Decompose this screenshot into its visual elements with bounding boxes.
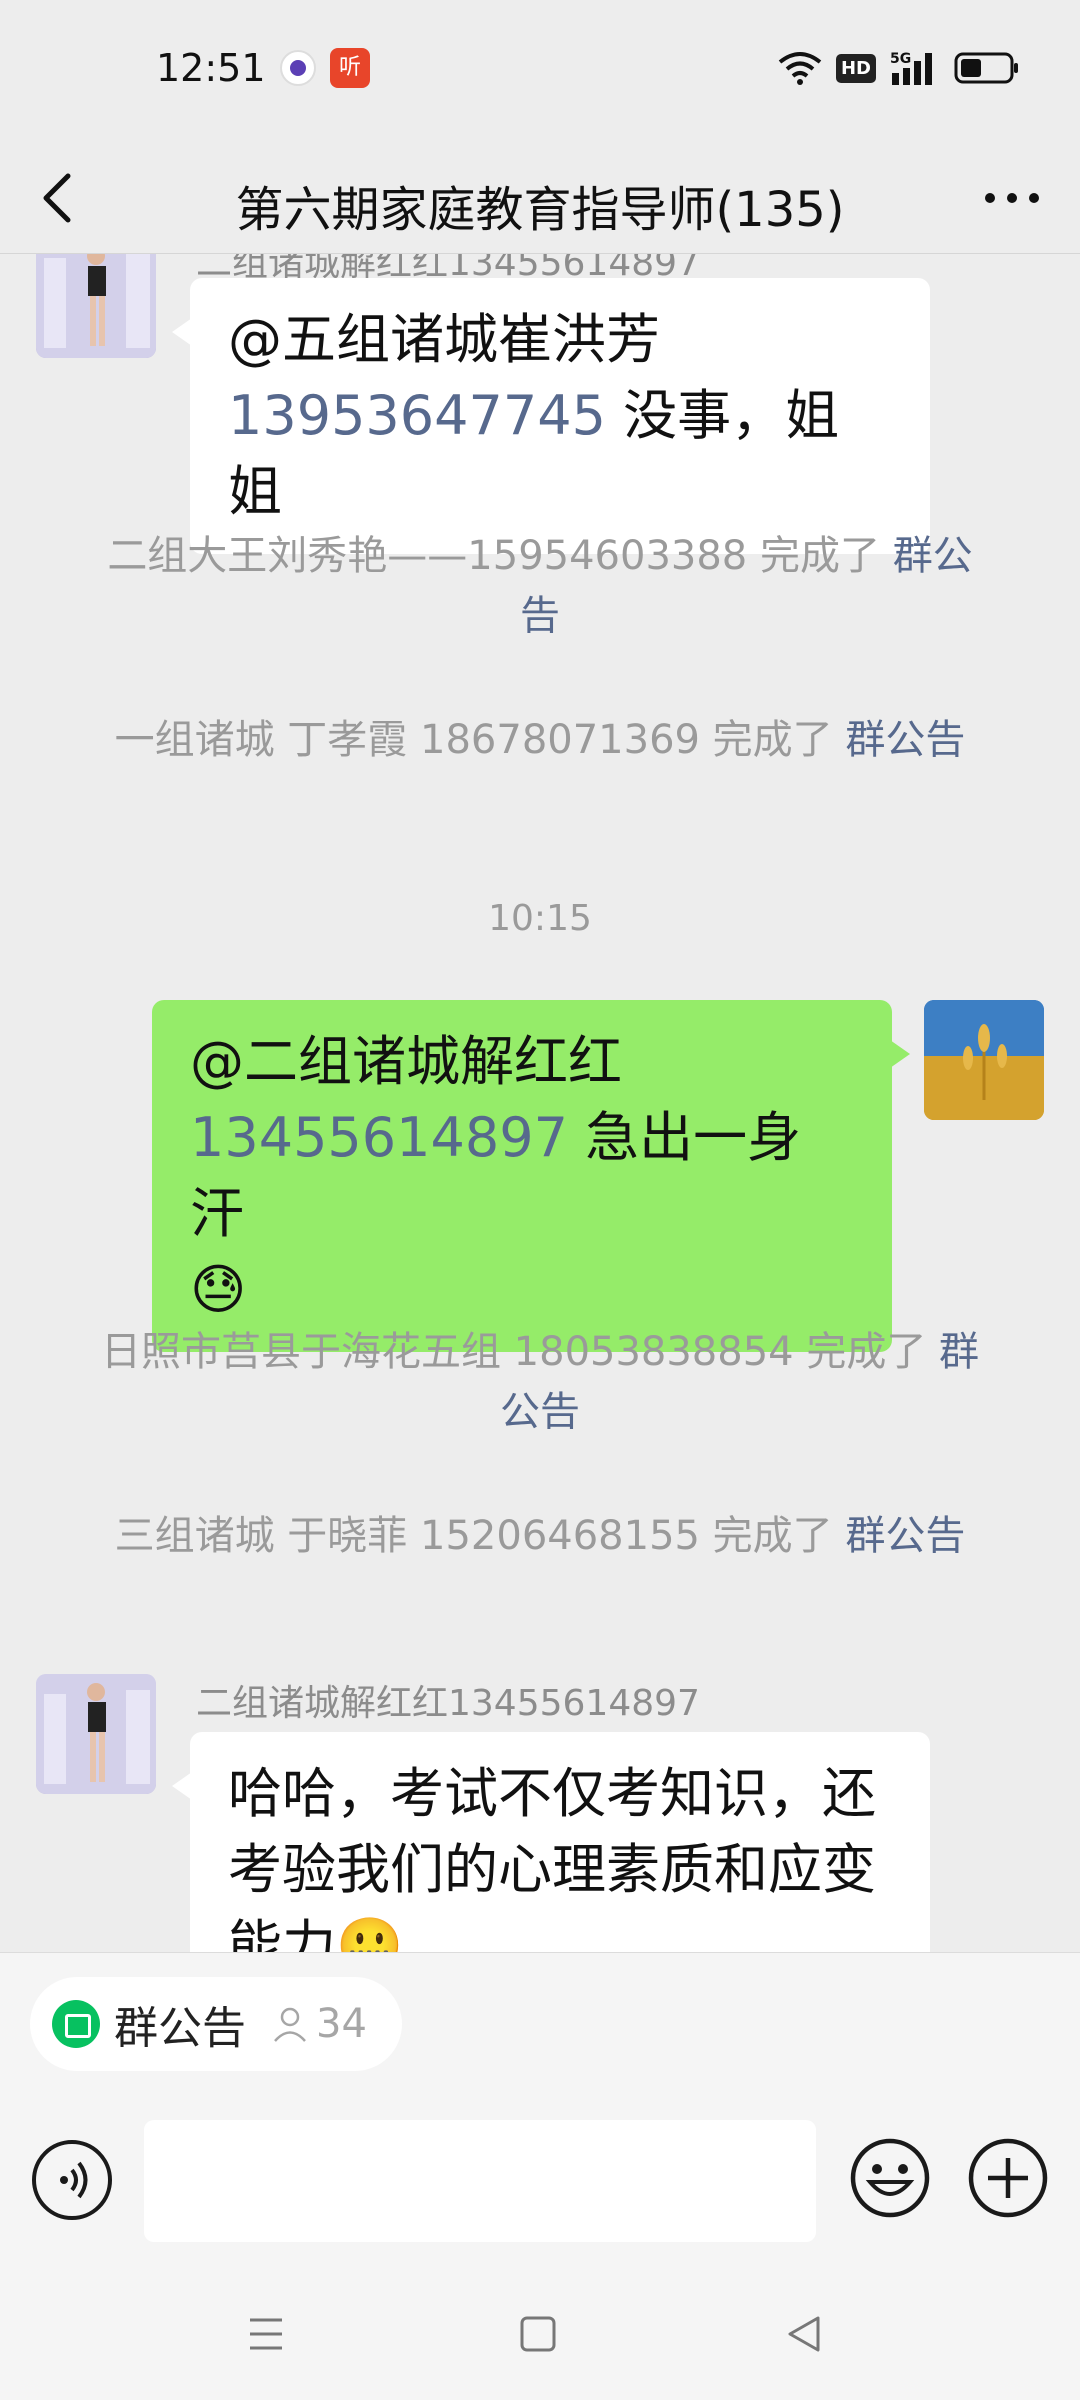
voice-input-button[interactable] (32, 2140, 112, 2220)
system-message: 一组诸城 丁孝霞 18678071369 完成了 群公告 (90, 710, 990, 770)
message-bubble[interactable]: @五组诸城崔洪芳 13953647745 没事，姐姐 (172, 278, 930, 554)
system-message: 二组大王刘秀艳——15954603388 完成了 群公告 (90, 526, 990, 646)
emoji-zipper-mouth: 🤐 (336, 1914, 404, 1952)
message-bubble[interactable]: 哈哈，考试不仅考知识，还考验我们的心理素质和应变能力🤐 (172, 1732, 930, 1952)
chat-header: 第六期家庭教育指导师(135) (0, 140, 1080, 254)
battery-icon (954, 51, 1020, 85)
emoji-sweat: 😓 (190, 1258, 247, 1321)
system-message-text: 二组大王刘秀艳——15954603388 完成了 (107, 533, 893, 579)
system-message-text: 三组诸城 于晓菲 15206468155 完成了 (114, 1513, 846, 1559)
self-avatar[interactable] (924, 1000, 1044, 1120)
hd-badge: HD (835, 53, 876, 83)
message-input[interactable] (144, 2120, 816, 2242)
timestamp: 10:15 (488, 898, 592, 939)
more-functions-plus-icon[interactable] (966, 2136, 1050, 2220)
chat-title: 第六期家庭教育指导师(135) (235, 182, 845, 238)
notification-app-icon (280, 50, 316, 86)
back-triangle-icon[interactable] (782, 2312, 826, 2356)
announcement-link[interactable]: 群公告 (845, 1513, 965, 1559)
announcement-icon (52, 2000, 100, 2048)
avatar[interactable] (36, 254, 156, 358)
wifi-icon (778, 50, 822, 86)
system-navigation-bar (0, 2268, 1080, 2400)
status-icons: HD 5G (778, 48, 1020, 88)
home-icon[interactable] (516, 2312, 560, 2356)
svg-text:5G: 5G (890, 51, 911, 67)
status-bar: 12:51 听 HD 5G (0, 0, 1080, 140)
announcement-pill[interactable]: 群公告 34 (30, 1977, 402, 2071)
input-bar (0, 2092, 1080, 2268)
notification-listen-app-icon: 听 (330, 48, 370, 88)
announcement-bar: 群公告 34 (0, 1952, 1080, 2092)
mention-text: @二组诸城解红红 (190, 1030, 622, 1093)
avatar[interactable] (36, 1674, 156, 1794)
menu-icon[interactable] (244, 2312, 288, 2356)
announcement-label: 群公告 (114, 2003, 246, 2054)
system-message: 日照市莒县于海花五组 18053838854 完成了 群公告 (90, 1322, 990, 1442)
status-time: 12:51 (156, 46, 266, 90)
system-message: 三组诸城 于晓菲 15206468155 完成了 群公告 (90, 1506, 990, 1566)
announcement-count: 34 (316, 2001, 367, 2047)
signal-5g-icon: 5G (890, 49, 940, 87)
phone-number-link[interactable]: 13953647745 (228, 384, 606, 447)
emoji-icon[interactable] (848, 2136, 932, 2220)
announcement-link[interactable]: 群公告 (845, 717, 965, 763)
system-message-text: 日照市莒县于海花五组 18053838854 完成了 (100, 1329, 940, 1375)
system-message-text: 一组诸城 丁孝霞 18678071369 完成了 (114, 717, 846, 763)
message-bubble-self[interactable]: @二组诸城解红红 13455614897 急出一身汗 😓 (152, 1000, 910, 1352)
chat-message-list[interactable]: 二组诸城解红红13455614897 @五组诸城崔洪芳 13953647745 … (0, 254, 1080, 1952)
sender-name: 二组诸城解红红13455614897 (196, 1683, 700, 1724)
mention-text: @五组诸城崔洪芳 (228, 308, 660, 371)
person-icon (270, 2004, 310, 2044)
message-text: 哈哈，考试不仅考知识，还考验我们的心理素质和应变能力 (228, 1762, 876, 1952)
more-options-icon[interactable] (980, 174, 1044, 222)
phone-number-link[interactable]: 13455614897 (190, 1106, 568, 1169)
